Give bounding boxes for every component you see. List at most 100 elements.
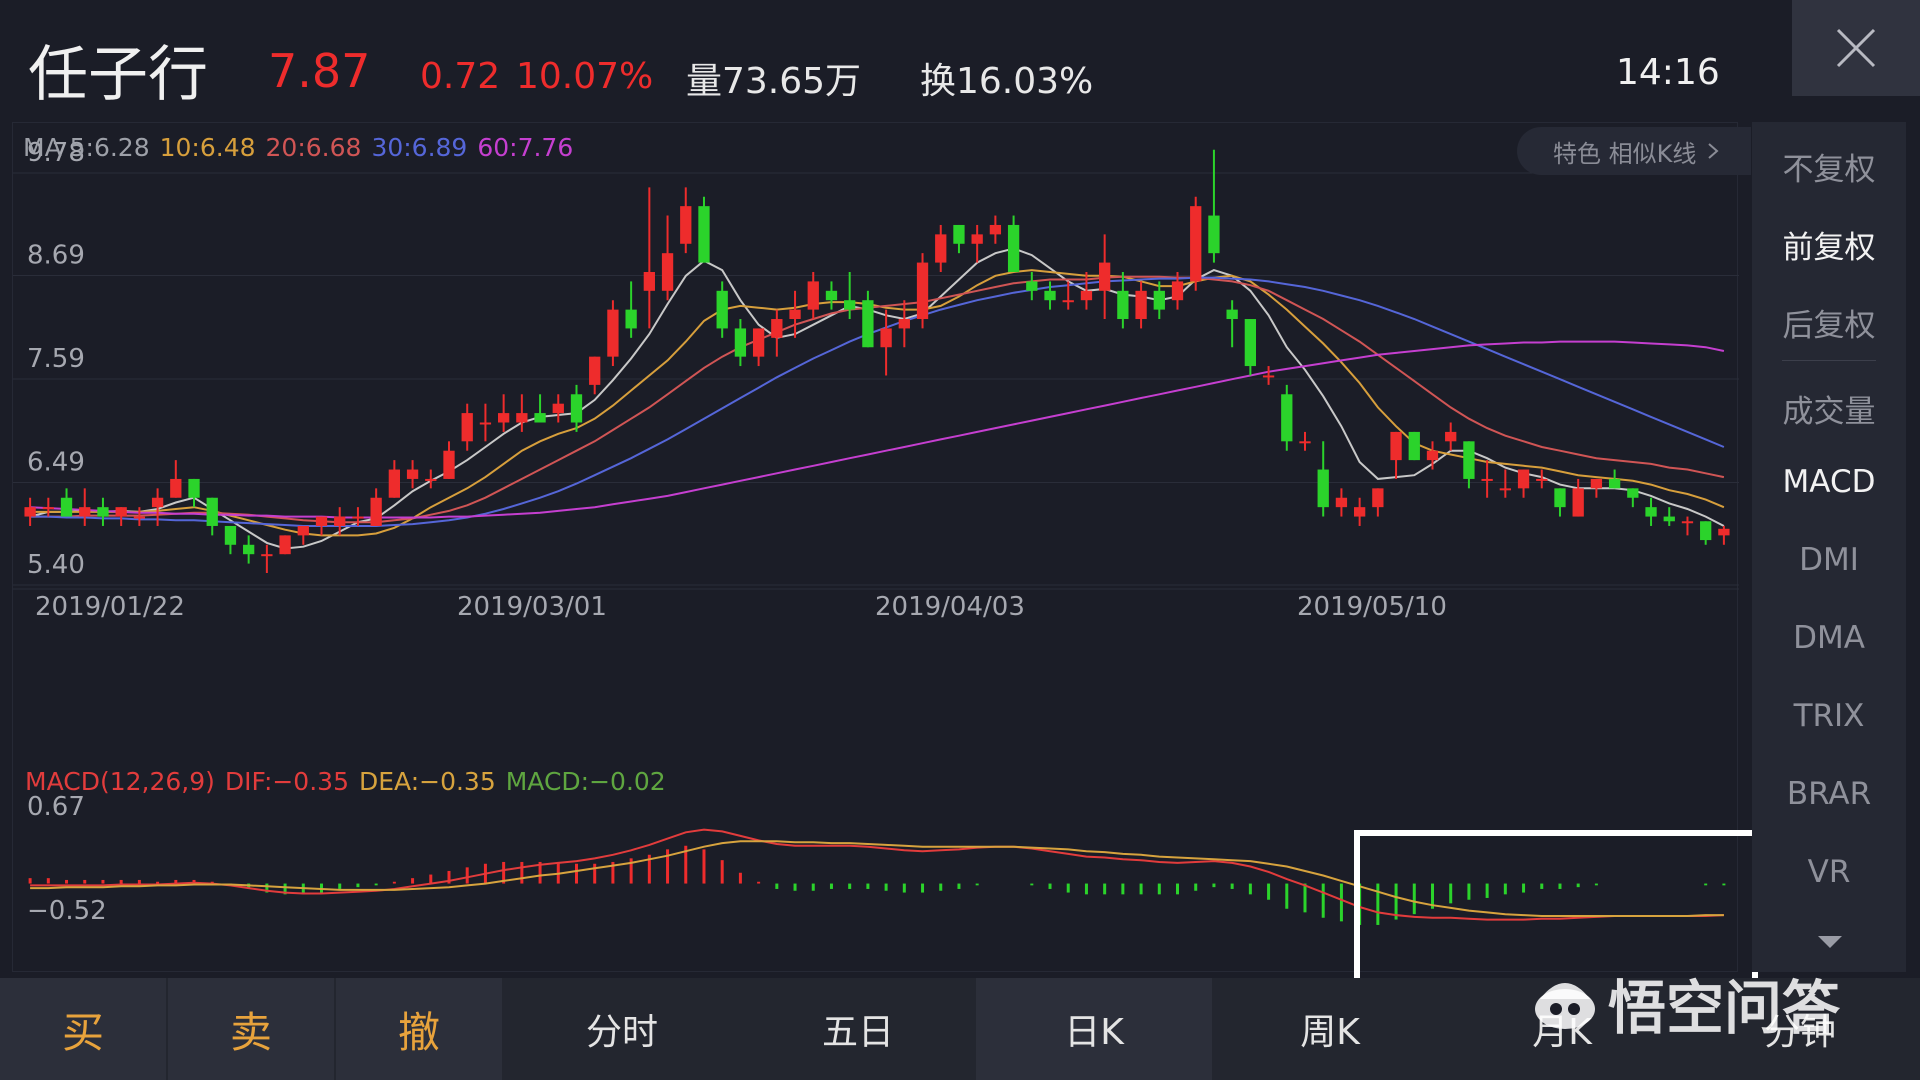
macd-legend-item: DIF:−0.35 (224, 767, 349, 796)
candle (698, 196, 710, 263)
menu-item-成交量[interactable]: 成交量 (1752, 386, 1906, 431)
candle (1718, 525, 1730, 545)
candle (461, 403, 473, 451)
ma-legend-item: 30:6.89 (371, 133, 468, 162)
candle (279, 535, 291, 555)
candle (261, 544, 273, 573)
quote-time: 14:16 (1616, 52, 1720, 93)
tab-weekly-k[interactable]: 周K (1212, 978, 1448, 1080)
sell-button[interactable]: 卖 (168, 978, 334, 1080)
x-tick-label: 2019/01/22 (35, 592, 185, 622)
candle (1244, 319, 1257, 376)
candle (388, 460, 401, 498)
macd-y-tick-label: −0.52 (27, 896, 107, 926)
close-icon (1836, 28, 1876, 68)
indicator-menu: 不复权前复权后复权成交量 MACD DMI DMA TRIX BRAR VR (1752, 122, 1906, 972)
candle (406, 460, 419, 489)
menu-item-vr[interactable]: VR (1752, 854, 1906, 890)
candle (771, 309, 783, 357)
candle (97, 497, 109, 526)
candle (1663, 507, 1675, 526)
candle (989, 215, 1002, 244)
candle (1208, 149, 1220, 263)
tab-intraday[interactable]: 分时 (504, 978, 740, 1080)
candle (170, 460, 182, 498)
chevron-right-icon (1708, 143, 1719, 159)
candle (1554, 488, 1566, 517)
kline-chart[interactable]: 9.788.697.596.495.402019/01/22 2019/03/01… (13, 123, 1739, 757)
cancel-order-button[interactable]: 撤 (336, 978, 502, 1080)
macd-legend: MACD(12,26,9) DIF:−0.35 DEA:−0.35 MACD:−0.0… (25, 767, 676, 796)
menu-item-前复权[interactable]: 前复权 (1752, 222, 1906, 267)
ma-line-ma60 (30, 340, 1725, 519)
candle (188, 478, 200, 508)
ma-line-ma30 (30, 276, 1725, 527)
candle (1299, 431, 1311, 451)
tab-five-day[interactable]: 五日 (740, 978, 976, 1080)
menu-item-dma[interactable]: DMA (1752, 620, 1906, 656)
candle (60, 488, 73, 517)
candle (334, 507, 346, 536)
candle (516, 394, 528, 432)
watermark-text: 悟空问答 (1608, 974, 1841, 1042)
candle (1408, 431, 1420, 461)
ma-legend-item: 20:6.68 (265, 133, 362, 162)
candle (1681, 516, 1694, 536)
y-tick-label: 7.59 (27, 344, 85, 374)
candle (625, 281, 637, 338)
wukong-logo-icon (1535, 983, 1595, 1029)
buy-button[interactable]: 买 (0, 978, 166, 1080)
candle (935, 224, 947, 272)
candle (1007, 215, 1020, 272)
candle (1517, 469, 1530, 498)
menu-item-brar[interactable]: BRAR (1752, 776, 1906, 812)
candle (370, 488, 382, 526)
candle (224, 525, 237, 555)
x-tick-label: 2019/03/01 (457, 592, 607, 622)
menu-item-不复权[interactable]: 不复权 (1752, 144, 1906, 189)
candle (880, 309, 892, 376)
y-tick-label: 6.49 (27, 447, 85, 477)
candle (1317, 441, 1329, 517)
candle (1026, 271, 1038, 301)
candle (752, 328, 765, 367)
candle (1226, 300, 1238, 348)
similar-kline-button[interactable]: 特色 相似K线 (1517, 127, 1751, 175)
candle (1463, 441, 1475, 489)
candle (206, 497, 218, 536)
x-tick-label: 2019/05/10 (1297, 592, 1447, 622)
menu-item-后复权[interactable]: 后复权 (1752, 300, 1906, 345)
menu-item-macd[interactable]: MACD (1752, 464, 1906, 500)
menu-item-trix[interactable]: TRIX (1752, 698, 1906, 734)
candle (1499, 469, 1511, 498)
candle (680, 187, 692, 254)
y-tick-label: 8.69 (27, 241, 85, 271)
candle (1481, 460, 1493, 498)
candle (552, 394, 564, 423)
candle (971, 224, 983, 263)
price-change: 0.72 (420, 56, 501, 97)
ma-legend: MA 5:6.28 10:6.48 20:6.68 30:6.89 60:7.76 (23, 133, 583, 162)
candle (1372, 488, 1384, 517)
candle (425, 469, 437, 489)
candle (315, 516, 328, 536)
candle (534, 394, 546, 423)
candle (479, 403, 492, 442)
chevron-down-icon[interactable] (1818, 936, 1842, 948)
candle (1335, 488, 1348, 517)
candle (1590, 478, 1603, 498)
candle (716, 281, 728, 338)
candle (570, 384, 583, 432)
candle (1080, 271, 1093, 310)
candle (297, 525, 309, 545)
candle (734, 319, 747, 367)
watermark: 悟空问答 (1530, 968, 1840, 1042)
candle (643, 187, 655, 329)
candle (1445, 422, 1457, 451)
menu-item-dmi[interactable]: DMI (1752, 542, 1906, 578)
tab-daily-k[interactable]: 日K (976, 978, 1212, 1080)
close-button[interactable] (1792, 0, 1920, 96)
candle (1353, 497, 1366, 526)
y-tick-label: 5.40 (27, 550, 85, 580)
macd-legend-item: MACD(12,26,9) (25, 767, 215, 796)
